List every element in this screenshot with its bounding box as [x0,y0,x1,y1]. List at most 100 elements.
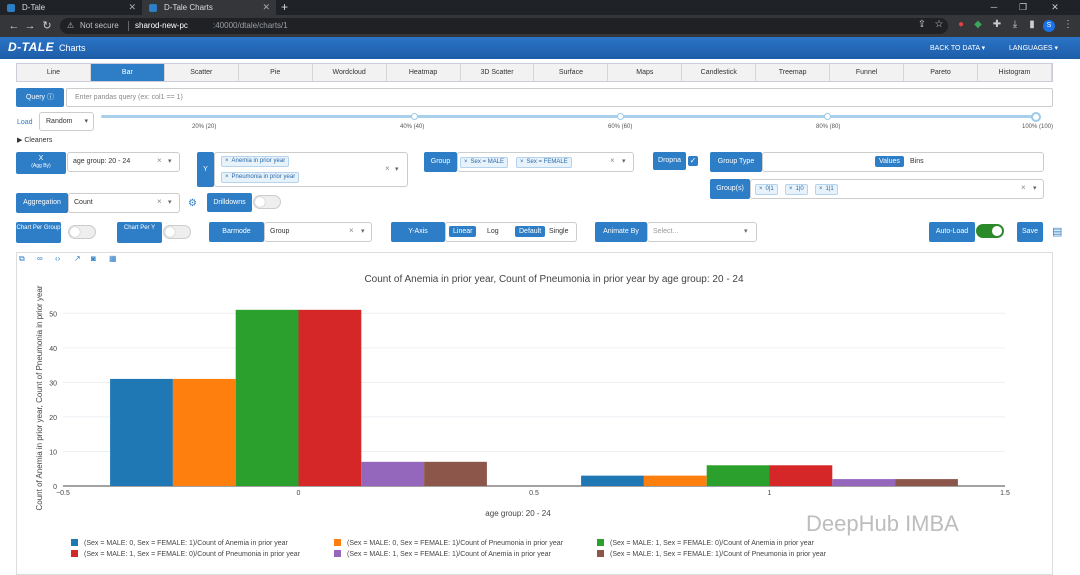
puzzle-extensions-icon[interactable]: ✚ [991,19,1003,31]
save-button[interactable]: Save [1017,222,1043,242]
clear-icon[interactable]: × [157,156,162,165]
tab-heatmap[interactable]: Heatmap [386,64,461,81]
tab-histogram[interactable]: Histogram [977,64,1052,81]
chart-per-y-toggle[interactable] [163,225,191,239]
y-multiselect[interactable]: × Anemia in prior year × Pneumonia in prio… [214,152,408,187]
slider-mark[interactable] [617,113,624,120]
languages-button[interactable]: LANGUAGES ▾ [1009,44,1058,52]
tab-3d-scatter[interactable]: 3D Scatter [460,64,535,81]
legend-item: (Sex = MALE: 0, Sex = FEMALE: 1)/Count o… [347,540,564,547]
load-slider-handle[interactable] [1031,112,1041,122]
chevron-down-icon: ▾ [395,166,399,173]
tab-maps[interactable]: Maps [608,64,683,81]
x-tick-label: 1 [768,490,772,497]
x-tick-label: 0.5 [529,490,539,497]
close-tab-icon[interactable]: ✕ [128,0,136,15]
watermark: DeepHub IMBA [806,511,959,536]
bookmark-star-icon[interactable]: ☆ [933,19,945,31]
group-type-bins-option[interactable]: Bins [906,156,928,167]
slider-tick-label: 100% (100) [1022,124,1054,130]
download-icon[interactable]: ⤓ [1009,19,1021,31]
y-axis-single-option[interactable]: Single [545,226,572,237]
browser-tab[interactable]: D-Tale ✕ [0,0,142,15]
query-label: Query ⓘ [16,88,64,107]
x-select[interactable]: age group: 20 - 24 × ▾ [67,152,180,172]
profile-avatar[interactable]: S [1043,20,1055,32]
reload-icon[interactable]: ↻ [40,19,54,33]
y-axis-log-option[interactable]: Log [483,226,503,237]
tab-surface[interactable]: Surface [534,64,609,81]
group-chip[interactable]: × Sex = MALE [460,157,509,168]
back-to-data-button[interactable]: BACK TO DATA ▾ [930,44,985,52]
tab-line[interactable]: Line [17,64,91,81]
groups-chip[interactable]: × 0|1 [755,184,778,195]
animate-by-select[interactable]: Select... ▾ [647,222,757,242]
y-axis-default-option[interactable]: Default [515,226,546,237]
group-chip[interactable]: × Sex = FEMALE [516,157,572,168]
gear-icon[interactable]: ⚙ [188,198,197,209]
share-icon[interactable]: ⇪ [916,19,928,31]
browser-tab-active[interactable]: D-Tale Charts ✕ [142,0,276,15]
new-tab-button[interactable]: + [281,0,288,14]
bar [895,479,958,486]
tab-bar[interactable]: Bar [90,64,165,81]
slider-tick-label: 80% (80) [816,124,841,130]
slider-tick-label: 60% (60) [608,124,633,130]
tab-candlestick[interactable]: Candlestick [682,64,757,81]
barmode-select[interactable]: Group × ▾ [264,222,372,242]
y-axis-linear-option[interactable]: Linear [449,226,477,237]
extension-icon[interactable]: ◆ [972,19,984,31]
tab-pie[interactable]: Pie [238,64,313,81]
bar [235,309,299,486]
tab-funnel[interactable]: Funnel [830,64,905,81]
slider-mark[interactable] [411,113,418,120]
load-slider-track[interactable] [101,115,1037,118]
barmode-label: Barmode [209,222,264,242]
menu-kebab-icon[interactable]: ⋮ [1062,19,1074,31]
browser-tab-title: D-Tale Charts [164,3,213,12]
chart-per-group-toggle[interactable] [68,225,96,239]
groups-chip[interactable]: × 1|0 [785,184,808,195]
groups-multiselect[interactable]: × 0|1 × 1|0 × 1|1 × ▾ [750,179,1044,199]
cleaners-toggle[interactable]: ▶ Cleaners [17,136,52,144]
close-window-icon[interactable]: ✕ [1043,0,1067,14]
back-arrow-icon[interactable]: ← [7,19,21,33]
minimize-icon[interactable]: ─ [982,0,1006,14]
clear-icon[interactable]: × [385,164,390,173]
maximize-icon[interactable]: ❐ [1011,0,1035,14]
address-bar[interactable]: ⚠ Not secure sharod-new-pc :40000/dtale/… [60,18,948,34]
drilldowns-toggle[interactable] [253,195,281,209]
group-type-values-option[interactable]: Values [875,156,904,167]
sidebar-panel-icon[interactable]: ▮ [1026,19,1038,31]
tab-scatter[interactable]: Scatter [164,64,239,81]
clear-icon[interactable]: × [610,156,615,165]
legend-item: (Sex = MALE: 1, Sex = FEMALE: 1)/Count o… [610,551,827,558]
query-input[interactable]: Enter pandas query (ex: col1 == 1) [66,88,1053,107]
forward-arrow-icon[interactable]: → [23,19,37,33]
y-chip[interactable]: × Anemia in prior year [221,156,290,167]
tab-wordcloud[interactable]: Wordcloud [312,64,387,81]
chevron-down-icon: ▾ [622,158,626,165]
load-select[interactable]: Random ▾ [39,112,94,131]
info-icon[interactable]: ⓘ [47,94,54,101]
clear-icon[interactable]: × [349,226,354,235]
groups-chip[interactable]: × 1|1 [815,184,838,195]
bar [769,465,833,486]
tab-treemap[interactable]: Treemap [756,64,831,81]
group-multiselect[interactable]: × Sex = MALE × Sex = FEMALE × ▾ [457,152,634,172]
tab-pareto[interactable]: Pareto [904,64,978,81]
chevron-down-icon: ▾ [744,228,748,235]
legend-item: (Sex = MALE: 1, Sex = FEMALE: 0)/Count o… [84,551,301,558]
dropna-checkbox[interactable]: ✓ [688,156,698,166]
y-chip[interactable]: × Pneumonia in prior year [221,172,300,183]
aggregation-select[interactable]: Count × ▾ [68,193,180,213]
slider-mark[interactable] [824,113,831,120]
extension-icon[interactable]: ● [955,19,967,31]
dtale-logo[interactable]: D-TALE [8,40,54,54]
dropna-label: Dropna [653,152,686,170]
export-file-icon[interactable]: ▤ [1052,225,1062,238]
clear-icon[interactable]: × [1021,183,1026,192]
clear-icon[interactable]: × [157,197,162,206]
close-tab-icon[interactable]: ✕ [262,0,270,15]
auto-load-toggle[interactable] [976,224,1004,238]
